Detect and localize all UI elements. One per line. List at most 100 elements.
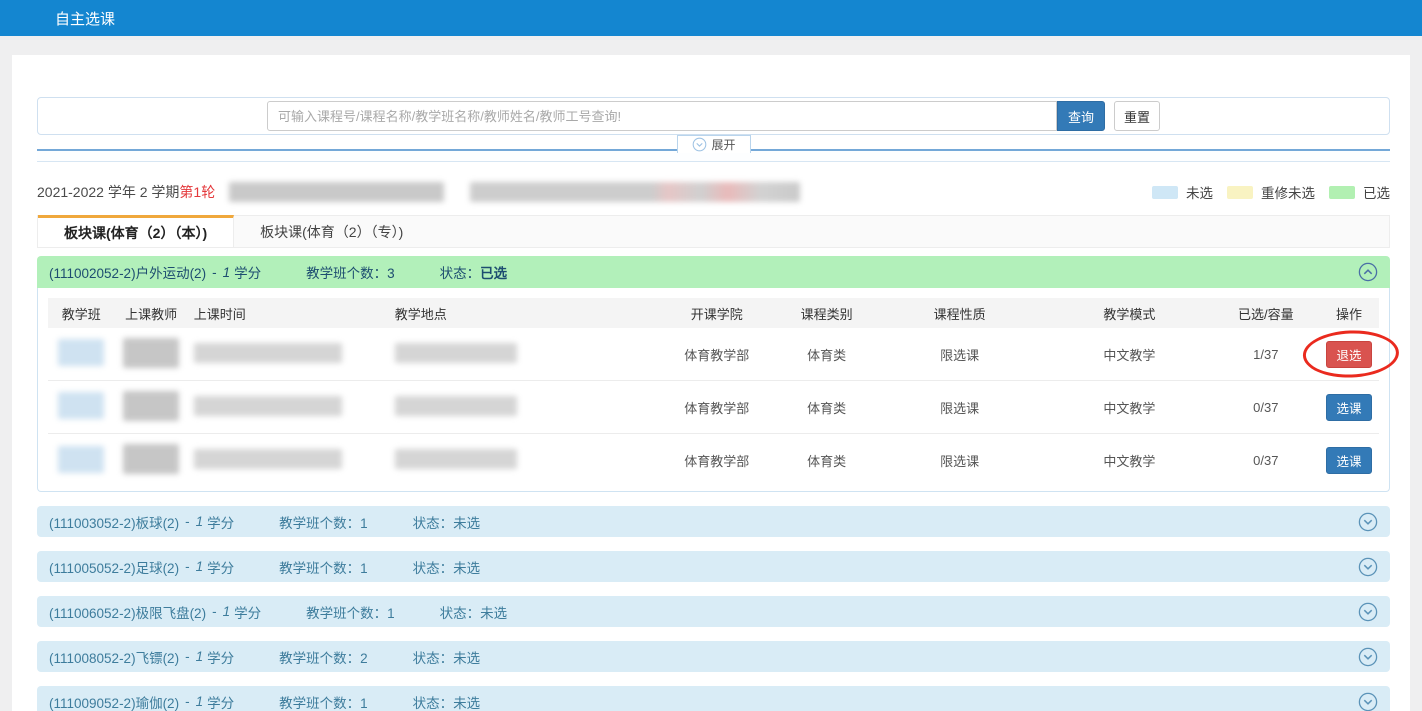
redacted-class-id [58, 446, 104, 473]
course-status: 状态：未选 [413, 692, 481, 711]
cell-category: 体育类 [780, 345, 873, 364]
course-panel-frisbee[interactable]: (111006052-2)极限飞盘(2) - 1 学分 教学班个数：1 状态：未… [37, 596, 1390, 627]
table-header-row: 教学班 上课教师 上课时间 教学地点 开课学院 课程类别 课程性质 教学模式 已… [48, 298, 1379, 328]
class-count: 教学班个数：1 [279, 512, 368, 532]
cell-nature: 限选课 [873, 345, 1046, 364]
dash: - [185, 514, 190, 529]
legend-label: 重修未选 [1261, 182, 1315, 202]
cell-category: 体育类 [780, 398, 873, 417]
class-count: 教学班个数：3 [306, 262, 395, 282]
cell-nature: 限选课 [873, 451, 1046, 470]
course-panel-yoga[interactable]: (111009052-2)瑜伽(2) - 1 学分 教学班个数：1 状态：未选 [37, 686, 1390, 711]
course-panel-darts[interactable]: (111008052-2)飞镖(2) - 1 学分 教学班个数：2 状态：未选 [37, 641, 1390, 672]
credit-unit: 学分 [207, 692, 234, 711]
course-title: (111003052-2)板球(2) [49, 512, 179, 532]
redacted-class-id [58, 392, 104, 419]
class-row: 体育教学部 体育类 限选课 中文教学 0/37 选课 [48, 381, 1379, 434]
semester-term: 2021-2022 学年 2 学期 [37, 182, 179, 202]
search-input[interactable] [267, 101, 1057, 131]
search-section: 查询 重置 [37, 97, 1390, 135]
filter-collapse-bar: 展开 [37, 135, 1390, 151]
dash: - [185, 649, 190, 664]
main-panel: 查询 重置 展开 2021-2022 学年 2 学期 第1轮 未选 重修未选 [12, 55, 1410, 711]
col-header-capacity: 已选/容量 [1213, 304, 1319, 323]
cell-mode: 中文教学 [1046, 398, 1212, 417]
expand-toggle[interactable]: 展开 [676, 135, 750, 153]
search-input-group: 查询 重置 [267, 101, 1160, 131]
credit-unit: 学分 [207, 512, 234, 532]
course-credit: 1 [196, 514, 204, 529]
course-status: 状态：未选 [413, 512, 481, 532]
retake-swatch [1227, 186, 1253, 199]
status-legend: 未选 重修未选 已选 [1152, 182, 1390, 202]
course-credit: 1 [223, 265, 231, 280]
course-title: (111009052-2)瑜伽(2) [49, 692, 179, 711]
app-header: 自主选课 [0, 0, 1422, 36]
class-count: 教学班个数：1 [279, 557, 368, 577]
course-credit: 1 [196, 559, 204, 574]
chevron-down-icon[interactable] [1358, 692, 1378, 711]
category-tabs: 板块课(体育（2）（本）) 板块课(体育（2）（专）) [37, 215, 1390, 248]
course-status: 状态：已选 [440, 262, 508, 282]
chevron-down-icon[interactable] [1358, 647, 1378, 667]
round-label: 第1轮 [179, 182, 215, 202]
col-header-location: 教学地点 [381, 304, 654, 323]
cell-college: 体育教学部 [654, 345, 780, 364]
redacted-time [194, 449, 342, 469]
selected-swatch [1329, 186, 1355, 199]
chevron-down-icon[interactable] [1358, 557, 1378, 577]
select-button[interactable]: 选课 [1326, 394, 1372, 421]
query-button[interactable]: 查询 [1057, 101, 1105, 131]
dash: - [212, 604, 217, 619]
legend-label: 未选 [1186, 182, 1213, 202]
cell-mode: 中文教学 [1046, 345, 1212, 364]
cell-mode: 中文教学 [1046, 451, 1212, 470]
legend-item-retake: 重修未选 [1227, 182, 1315, 202]
redacted-student-info [229, 182, 444, 202]
redacted-location [395, 396, 517, 416]
class-row: 体育教学部 体育类 限选课 中文教学 0/37 选课 [48, 434, 1379, 487]
col-header-nature: 课程性质 [873, 304, 1046, 323]
credit-unit: 学分 [207, 557, 234, 577]
course-title: (111005052-2)足球(2) [49, 557, 179, 577]
expand-label: 展开 [711, 136, 735, 153]
redacted-time [194, 343, 342, 363]
redacted-time [194, 396, 342, 416]
col-header-time: 上课时间 [188, 304, 381, 323]
course-credit: 1 [196, 649, 204, 664]
legend-item-unselected: 未选 [1152, 182, 1213, 202]
col-header-action: 操作 [1319, 304, 1379, 323]
cell-capacity: 0/37 [1213, 453, 1319, 468]
redacted-teacher [123, 444, 179, 474]
class-count: 教学班个数：2 [279, 647, 368, 667]
course-title: (111006052-2)极限飞盘(2) [49, 602, 206, 622]
course-panel-soccer[interactable]: (111005052-2)足球(2) - 1 学分 教学班个数：1 状态：未选 [37, 551, 1390, 582]
col-header-teacher: 上课教师 [115, 304, 188, 323]
redacted-teacher [123, 391, 179, 421]
dash: - [185, 694, 190, 709]
class-table: 教学班 上课教师 上课时间 教学地点 开课学院 课程类别 课程性质 教学模式 已… [37, 288, 1390, 492]
credit-unit: 学分 [234, 602, 261, 622]
cell-college: 体育教学部 [654, 398, 780, 417]
withdraw-button[interactable]: 退选 [1326, 341, 1372, 368]
tab-pe-vocational[interactable]: 板块课(体育（2）（专）) [234, 216, 429, 247]
chevron-down-icon[interactable] [1358, 512, 1378, 532]
course-panel-cricket[interactable]: (111003052-2)板球(2) - 1 学分 教学班个数：1 状态：未选 [37, 506, 1390, 537]
course-panel-expanded: (111002052-2)户外运动(2) - 1 学分 教学班个数：3 状态：已… [37, 256, 1390, 492]
course-credit: 1 [223, 604, 231, 619]
col-header-college: 开课学院 [654, 304, 780, 323]
tab-pe-undergrad[interactable]: 板块课(体育（2）（本）) [38, 215, 234, 247]
credit-unit: 学分 [234, 262, 261, 282]
course-header-selected[interactable]: (111002052-2)户外运动(2) - 1 学分 教学班个数：3 状态：已… [37, 256, 1390, 288]
cell-nature: 限选课 [873, 398, 1046, 417]
chevron-down-icon[interactable] [1358, 602, 1378, 622]
chevron-down-icon [691, 137, 706, 152]
select-button[interactable]: 选课 [1326, 447, 1372, 474]
col-header-class: 教学班 [48, 304, 115, 323]
page-title: 自主选课 [55, 8, 115, 29]
col-header-mode: 教学模式 [1046, 304, 1212, 323]
chevron-up-icon[interactable] [1358, 262, 1378, 282]
unselected-swatch [1152, 186, 1178, 199]
reset-button[interactable]: 重置 [1114, 101, 1160, 131]
course-status: 状态：未选 [440, 602, 508, 622]
